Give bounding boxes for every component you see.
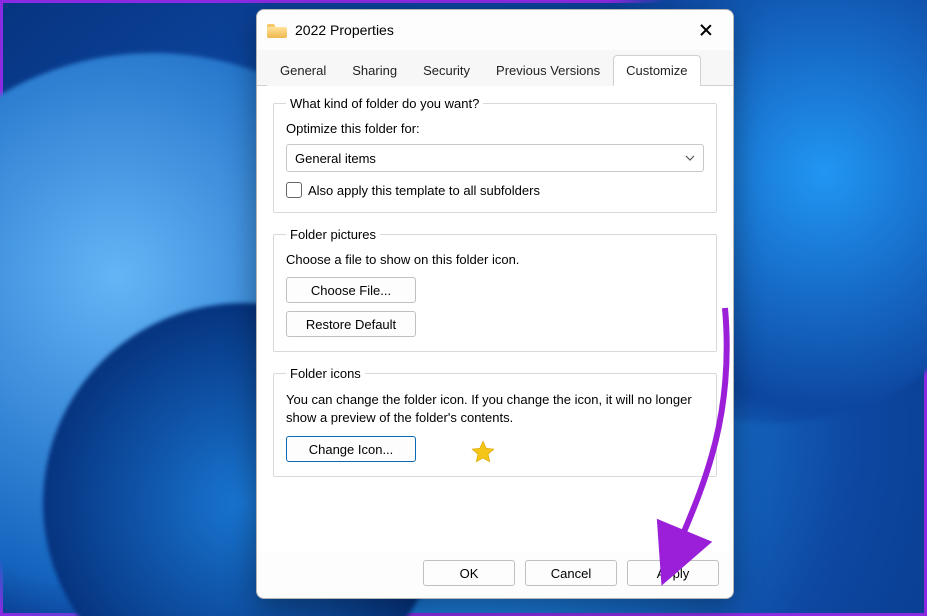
- tab-security[interactable]: Security: [410, 55, 483, 86]
- group-folder-kind: What kind of folder do you want? Optimiz…: [273, 96, 717, 213]
- window-title: 2022 Properties: [295, 22, 394, 38]
- choose-file-button[interactable]: Choose File...: [286, 277, 416, 303]
- dialog-footer: OK Cancel Apply: [257, 552, 733, 598]
- tab-customize[interactable]: Customize: [613, 55, 700, 86]
- group-folder-pictures: Folder pictures Choose a file to show on…: [273, 227, 717, 352]
- tab-sharing[interactable]: Sharing: [339, 55, 410, 86]
- folder-icon: [267, 22, 287, 38]
- optimize-combobox-value: General items: [295, 151, 376, 166]
- close-button[interactable]: [687, 15, 725, 45]
- close-icon: [700, 24, 712, 36]
- group-folder-icons: Folder icons You can change the folder i…: [273, 366, 717, 477]
- titlebar: 2022 Properties: [257, 10, 733, 50]
- apply-subfolders-label: Also apply this template to all subfolde…: [308, 183, 540, 198]
- tab-content-customize: What kind of folder do you want? Optimiz…: [257, 86, 733, 552]
- folder-pictures-desc: Choose a file to show on this folder ico…: [286, 252, 704, 267]
- ok-button[interactable]: OK: [423, 560, 515, 586]
- change-icon-button[interactable]: Change Icon...: [286, 436, 416, 462]
- properties-dialog: 2022 Properties General Sharing Security…: [256, 9, 734, 599]
- tab-previous-versions[interactable]: Previous Versions: [483, 55, 613, 86]
- star-icon: [470, 439, 496, 465]
- apply-button[interactable]: Apply: [627, 560, 719, 586]
- optimize-combobox[interactable]: General items: [286, 144, 704, 172]
- folder-icons-desc: You can change the folder icon. If you c…: [286, 391, 704, 426]
- group-folder-kind-legend: What kind of folder do you want?: [286, 96, 483, 111]
- optimize-label: Optimize this folder for:: [286, 121, 704, 136]
- cancel-button[interactable]: Cancel: [525, 560, 617, 586]
- chevron-down-icon: [685, 153, 695, 163]
- restore-default-button[interactable]: Restore Default: [286, 311, 416, 337]
- group-folder-icons-legend: Folder icons: [286, 366, 365, 381]
- apply-subfolders-row: Also apply this template to all subfolde…: [286, 182, 704, 198]
- tabstrip: General Sharing Security Previous Versio…: [257, 50, 733, 86]
- apply-subfolders-checkbox[interactable]: [286, 182, 302, 198]
- group-folder-pictures-legend: Folder pictures: [286, 227, 380, 242]
- tab-general[interactable]: General: [267, 55, 339, 86]
